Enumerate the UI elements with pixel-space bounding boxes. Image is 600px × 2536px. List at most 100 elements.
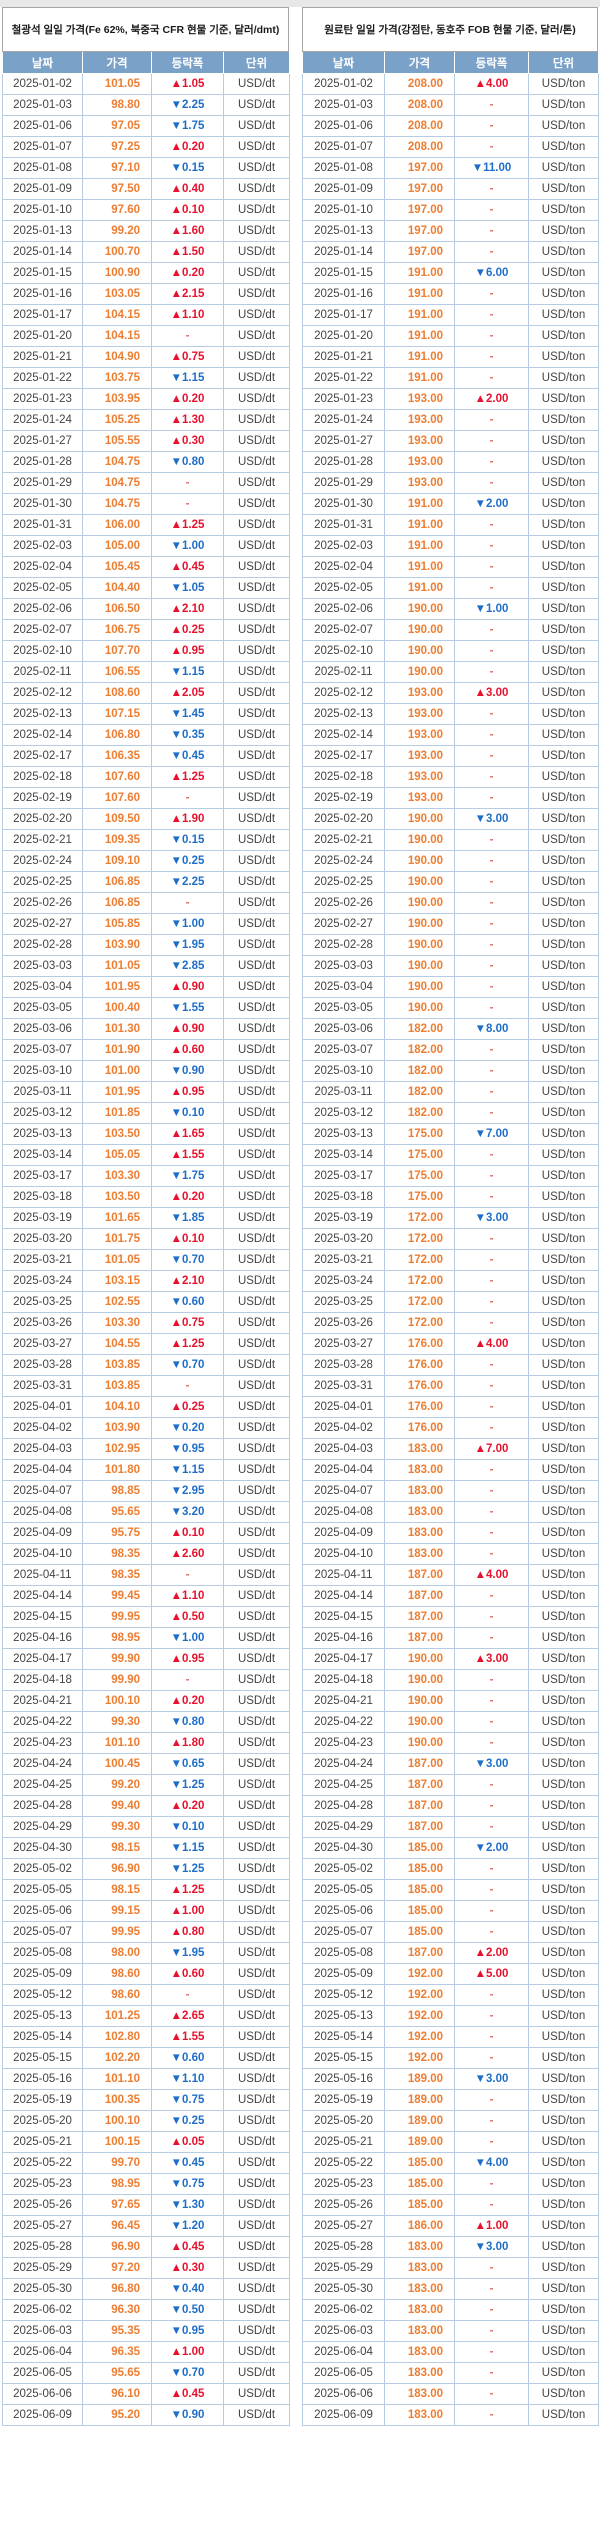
date-cell: 2025-03-05 (3, 998, 83, 1019)
price-cell: 104.75 (83, 473, 152, 494)
date-cell: 2025-06-04 (3, 2342, 83, 2363)
price-cell: 99.70 (83, 2153, 152, 2174)
unit-cell: USD/ton (529, 1124, 599, 1145)
table-row: 2025-03-27104.55▲1.25USD/dt (3, 1334, 290, 1355)
date-cell: 2025-04-16 (303, 1628, 385, 1649)
date-cell: 2025-02-19 (3, 788, 83, 809)
change-cell: - (455, 1628, 529, 1649)
price-cell: 176.00 (385, 1355, 455, 1376)
change-cell: - (455, 1733, 529, 1754)
price-cell: 191.00 (385, 305, 455, 326)
unit-cell: USD/ton (529, 1649, 599, 1670)
date-cell: 2025-03-07 (303, 1040, 385, 1061)
table-row: 2025-05-19100.35▼0.75USD/dt (3, 2090, 290, 2111)
table-row: 2025-05-2997.20▲0.30USD/dt (3, 2258, 290, 2279)
change-cell: ▼0.70 (152, 2363, 224, 2384)
date-cell: 2025-03-24 (303, 1271, 385, 1292)
change-cell: - (455, 2132, 529, 2153)
table-row: 2025-05-2299.70▼0.45USD/dt (3, 2153, 290, 2174)
date-cell: 2025-02-24 (303, 851, 385, 872)
table-row: 2025-06-04183.00-USD/ton (303, 2342, 599, 2363)
price-cell: 103.90 (83, 935, 152, 956)
unit-cell: USD/ton (529, 1544, 599, 1565)
unit-cell: USD/dt (224, 1229, 290, 1250)
table-row: 2025-03-31176.00-USD/ton (303, 1376, 599, 1397)
change-cell: ▼0.65 (152, 1754, 224, 1775)
price-cell: 103.15 (83, 1271, 152, 1292)
table-row: 2025-05-02185.00-USD/ton (303, 1859, 599, 1880)
unit-cell: USD/ton (529, 2069, 599, 2090)
unit-cell: USD/ton (529, 704, 599, 725)
date-cell: 2025-04-23 (303, 1733, 385, 1754)
date-cell: 2025-01-16 (3, 284, 83, 305)
price-cell: 197.00 (385, 158, 455, 179)
unit-cell: USD/ton (529, 2090, 599, 2111)
table-row: 2025-02-12108.60▲2.05USD/dt (3, 683, 290, 704)
price-cell: 191.00 (385, 368, 455, 389)
table-row: 2025-01-0697.05▼1.75USD/dt (3, 116, 290, 137)
price-cell: 191.00 (385, 494, 455, 515)
table-row: 2025-02-04191.00-USD/ton (303, 557, 599, 578)
table-row: 2025-03-05190.00-USD/ton (303, 998, 599, 1019)
date-cell: 2025-02-20 (3, 809, 83, 830)
price-cell: 187.00 (385, 1775, 455, 1796)
unit-cell: USD/dt (224, 914, 290, 935)
change-cell: ▲0.95 (152, 641, 224, 662)
table-row: 2025-04-18190.00-USD/ton (303, 1670, 599, 1691)
unit-cell: USD/ton (529, 1439, 599, 1460)
table-row: 2025-02-10107.70▲0.95USD/dt (3, 641, 290, 662)
price-cell: 106.50 (83, 599, 152, 620)
date-cell: 2025-03-28 (303, 1355, 385, 1376)
change-cell: ▼0.80 (152, 452, 224, 473)
date-cell: 2025-05-27 (3, 2216, 83, 2237)
date-cell: 2025-04-01 (303, 1397, 385, 1418)
change-cell: ▲1.55 (152, 2027, 224, 2048)
change-cell: ▼8.00 (455, 1019, 529, 1040)
table-row: 2025-05-0898.00▼1.95USD/dt (3, 1943, 290, 1964)
unit-cell: USD/dt (224, 242, 290, 263)
unit-cell: USD/ton (529, 2300, 599, 2321)
date-cell: 2025-05-15 (303, 2048, 385, 2069)
table-row: 2025-05-15102.20▼0.60USD/dt (3, 2048, 290, 2069)
price-cell: 105.55 (83, 431, 152, 452)
date-cell: 2025-04-25 (303, 1775, 385, 1796)
date-cell: 2025-05-23 (3, 2174, 83, 2195)
change-cell: ▲1.80 (152, 1733, 224, 1754)
iron-ore-title: 철광석 일일 가격(Fe 62%, 북중국 CFR 현물 기준, 달러/dmt) (2, 7, 289, 52)
price-cell: 208.00 (385, 74, 455, 95)
price-cell: 193.00 (385, 431, 455, 452)
date-cell: 2025-05-20 (303, 2111, 385, 2132)
table-row: 2025-01-10197.00-USD/ton (303, 200, 599, 221)
unit-cell: USD/dt (224, 1670, 290, 1691)
change-cell: - (455, 914, 529, 935)
unit-cell: USD/ton (529, 74, 599, 95)
date-cell: 2025-05-16 (303, 2069, 385, 2090)
change-cell: - (152, 1376, 224, 1397)
price-cell: 172.00 (385, 1271, 455, 1292)
table-row: 2025-02-26106.85-USD/dt (3, 893, 290, 914)
unit-cell: USD/dt (224, 536, 290, 557)
date-cell: 2025-05-20 (3, 2111, 83, 2132)
price-cell: 108.60 (83, 683, 152, 704)
price-cell: 98.15 (83, 1880, 152, 1901)
unit-cell: USD/ton (529, 347, 599, 368)
price-cell: 187.00 (385, 1817, 455, 1838)
table-row: 2025-04-24100.45▼0.65USD/dt (3, 1754, 290, 1775)
table-row: 2025-03-25102.55▼0.60USD/dt (3, 1292, 290, 1313)
price-cell: 98.00 (83, 1943, 152, 1964)
unit-cell: USD/dt (224, 1523, 290, 1544)
table-row: 2025-03-14175.00-USD/ton (303, 1145, 599, 1166)
price-cell: 193.00 (385, 410, 455, 431)
change-cell: - (455, 557, 529, 578)
date-cell: 2025-02-20 (303, 809, 385, 830)
date-cell: 2025-05-09 (3, 1964, 83, 1985)
price-cell: 98.15 (83, 1838, 152, 1859)
change-cell: - (455, 2006, 529, 2027)
date-cell: 2025-05-06 (3, 1901, 83, 1922)
price-cell: 192.00 (385, 1985, 455, 2006)
unit-cell: USD/ton (529, 2132, 599, 2153)
price-cell: 95.35 (83, 2321, 152, 2342)
date-cell: 2025-04-15 (303, 1607, 385, 1628)
change-cell: - (455, 1292, 529, 1313)
change-cell: ▲0.80 (152, 1922, 224, 1943)
